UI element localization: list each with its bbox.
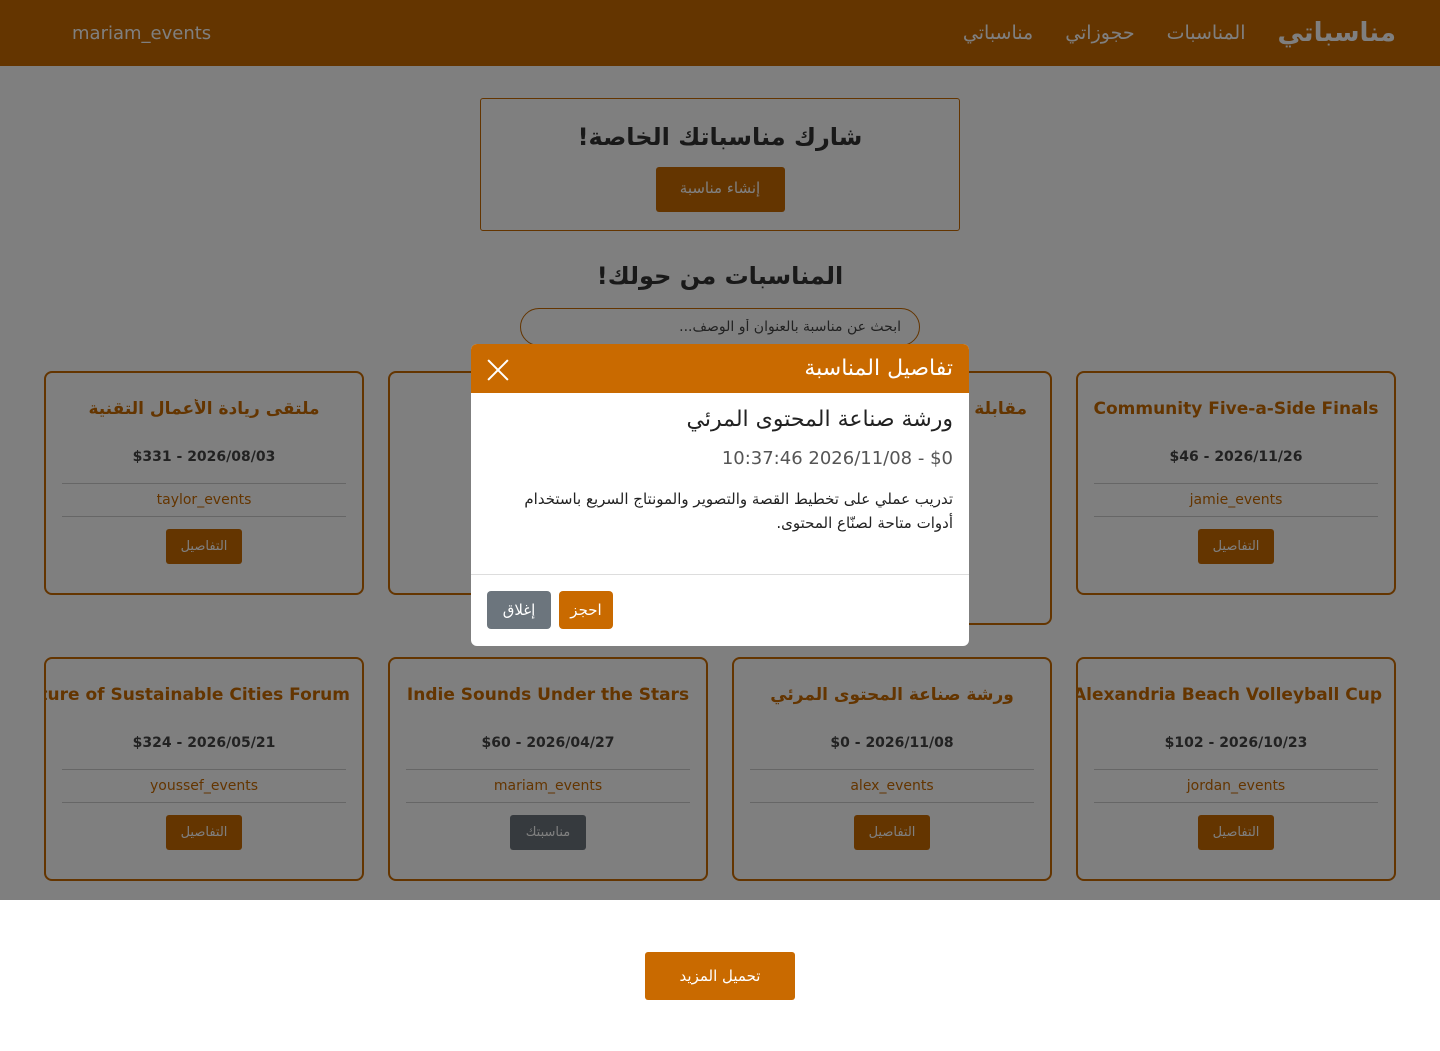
modal-footer: إغلاق احجز [471,575,969,645]
event-details-modal: تفاصيل المناسبة ورشة صناعة المحتوى المرئ… [471,344,969,646]
modal-event-title: ورشة صناعة المحتوى المرئي [686,407,954,432]
modal-title: تفاصيل المناسبة [804,356,953,381]
modal-header: تفاصيل المناسبة [471,344,969,393]
book-button[interactable]: احجز [559,591,613,629]
load-more-button[interactable]: تحميل المزيد [645,952,795,1000]
modal-body: ورشة صناعة المحتوى المرئي $0 - 2026/11/0… [471,393,969,575]
close-icon[interactable] [487,358,509,380]
modal-event-description: تدريب عملي على تخطيط القصة والتصوير والم… [524,490,953,532]
modal-event-meta: $0 - 2026/11/08 10:37:46 [721,448,953,469]
close-button[interactable]: إغلاق [487,591,551,629]
